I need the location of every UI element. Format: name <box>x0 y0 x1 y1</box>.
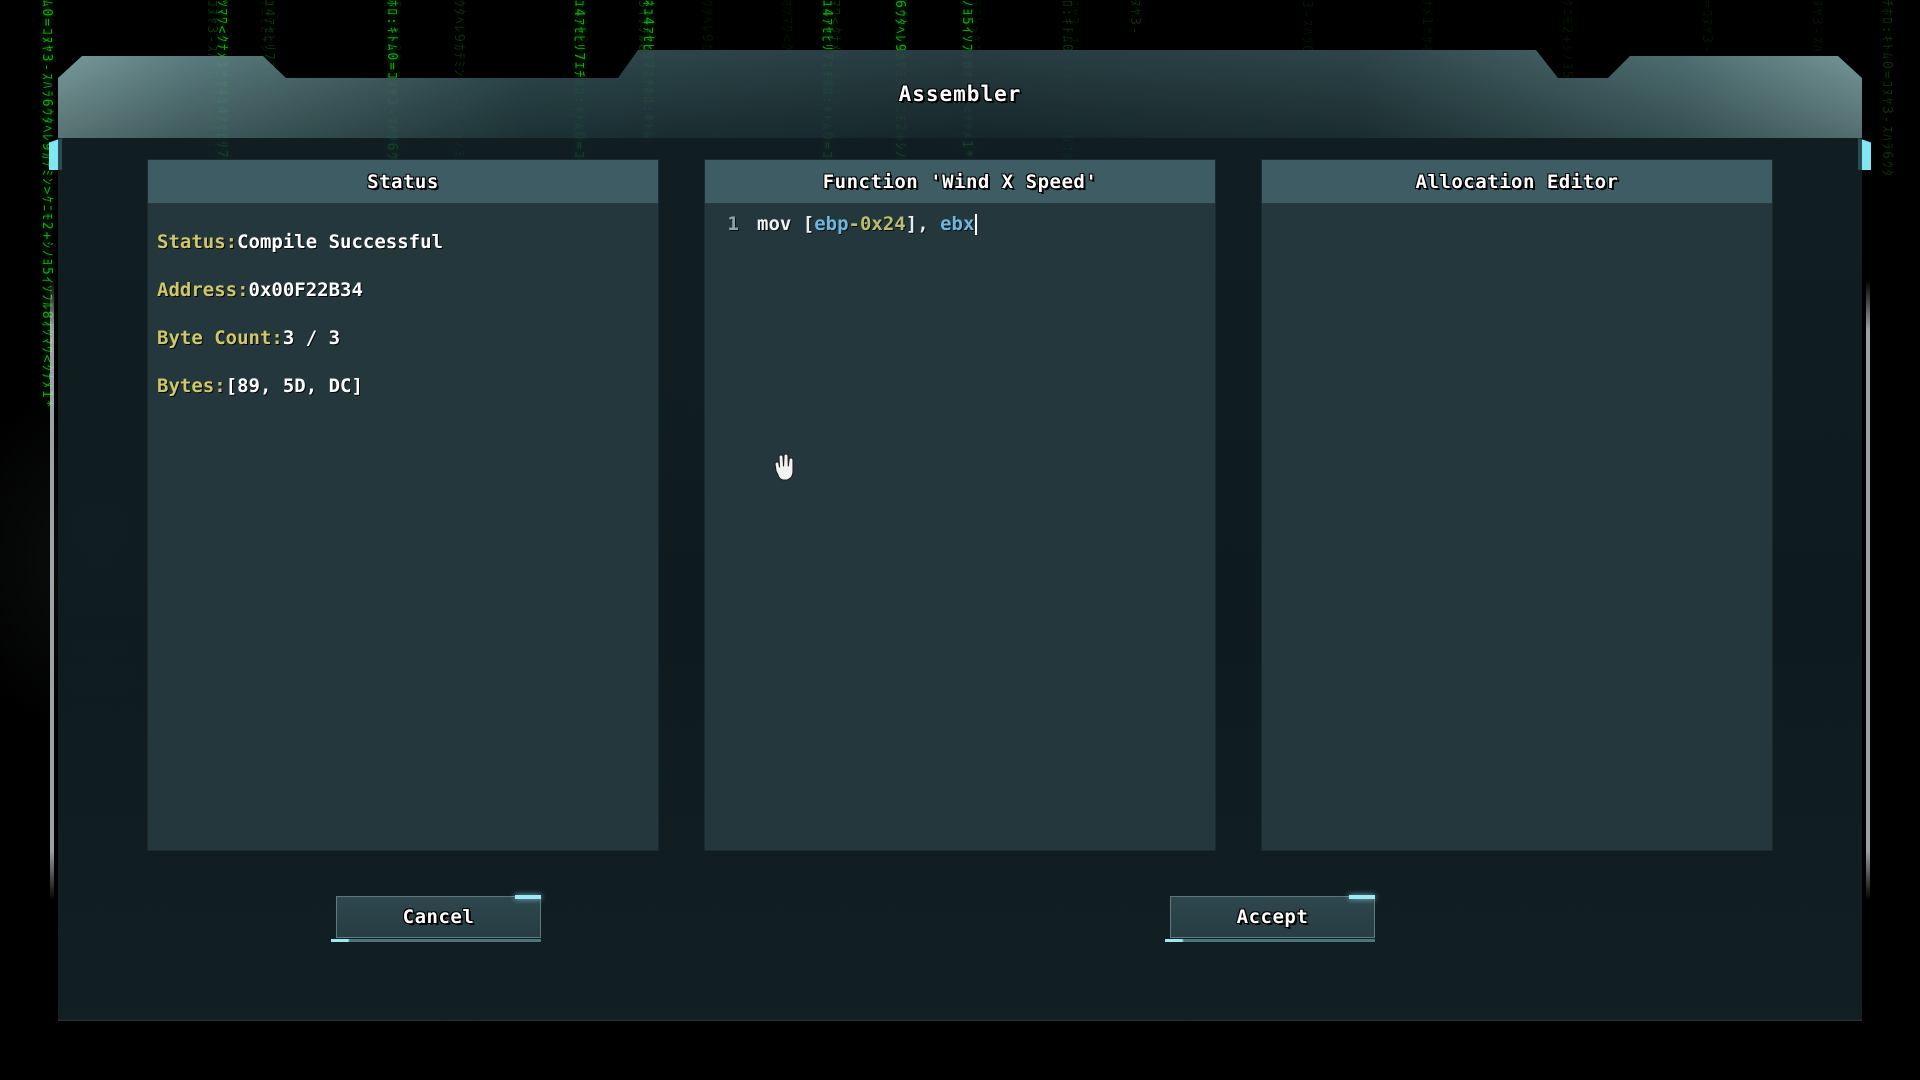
code-token-reg: ebp <box>814 213 848 235</box>
allocation-editor-body[interactable] <box>1262 204 1772 850</box>
status-row-value: 0x00F22B34 <box>249 279 363 301</box>
status-row: Byte Count:3 / 3 <box>148 314 658 362</box>
accept-button-label: Accept <box>1237 906 1309 928</box>
allocation-editor-title: Allocation Editor <box>1416 171 1619 193</box>
dialog-title: Assembler <box>58 82 1862 106</box>
status-panel-body: Status:Compile SuccessfulAddress:0x00F22… <box>148 204 658 850</box>
assembly-code-editor[interactable]: 1 mov [ebp-0x24], ebx <box>705 204 1215 850</box>
function-panel-header: Function 'Wind X Speed' <box>705 160 1215 204</box>
left-edge-rail <box>50 280 54 900</box>
panel-row: Status Status:Compile SuccessfulAddress:… <box>58 160 1862 850</box>
function-panel-title: Function 'Wind X Speed' <box>823 171 1098 193</box>
status-row: Status:Compile Successful <box>148 218 658 266</box>
status-row-label: Bytes: <box>157 375 226 397</box>
status-panel: Status Status:Compile SuccessfulAddress:… <box>148 160 658 850</box>
accept-button[interactable]: Accept <box>1170 896 1375 938</box>
code-token-num: -0x24 <box>849 213 906 235</box>
code-token-punct: ], <box>906 213 940 235</box>
code-line[interactable]: 1 mov [ebp-0x24], ebx <box>705 208 1215 240</box>
status-row-label: Byte Count: <box>157 327 283 349</box>
code-line-number: 1 <box>705 213 739 235</box>
function-panel: Function 'Wind X Speed' 1 mov [ebp-0x24],… <box>705 160 1215 850</box>
status-row-label: Status: <box>157 231 237 253</box>
code-token-reg: ebx <box>940 213 974 235</box>
status-row-label: Address: <box>157 279 249 301</box>
text-caret <box>975 214 977 235</box>
code-token-punct: [ <box>803 213 814 235</box>
status-panel-title: Status <box>367 171 439 193</box>
status-row: Bytes:[89, 5D, DC] <box>148 362 658 410</box>
cancel-button[interactable]: Cancel <box>336 896 541 938</box>
code-token-mnemonic: mov <box>757 213 803 235</box>
allocation-editor-panel: Allocation Editor <box>1262 160 1772 850</box>
right-edge-rail <box>1866 280 1870 900</box>
status-row-value: Compile Successful <box>237 231 443 253</box>
status-panel-header: Status <box>148 160 658 204</box>
dialog-footer: Cancel Accept <box>58 896 1862 966</box>
assembler-dialog: Assembler Status Status:Compile Successf… <box>58 50 1862 1021</box>
cancel-button-label: Cancel <box>403 906 475 928</box>
status-row: Address:0x00F22B34 <box>148 266 658 314</box>
allocation-editor-header: Allocation Editor <box>1262 160 1772 204</box>
status-row-value: [89, 5D, DC] <box>226 375 363 397</box>
status-row-value: 3 / 3 <box>283 327 340 349</box>
